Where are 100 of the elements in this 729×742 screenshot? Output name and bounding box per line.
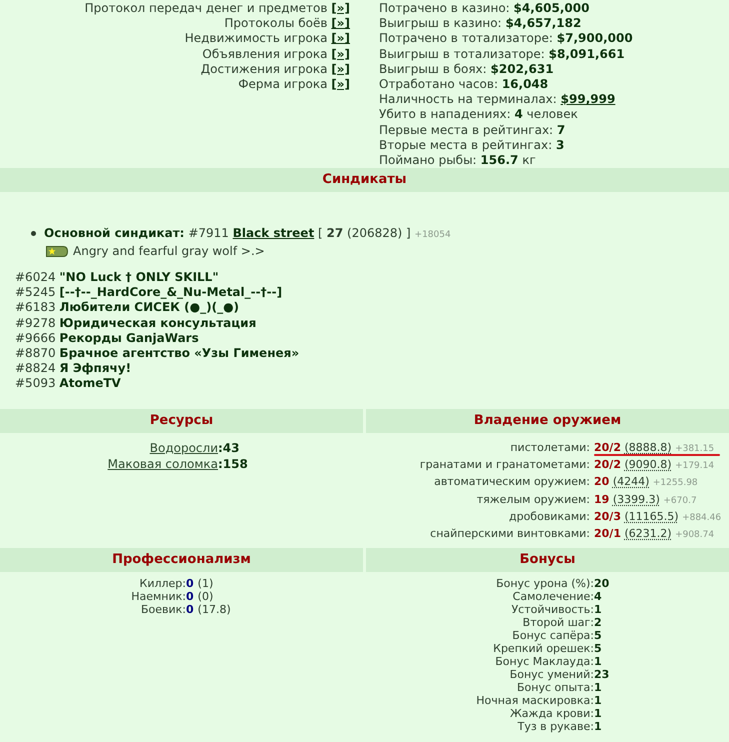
profession-label: Киллер: [140,577,186,590]
weapon-experience: (9090.8) [624,458,672,472]
syndicate-points-gain: +18054 [414,230,451,240]
syndicate-number: #7911 [188,226,229,240]
profession-level: 0 [186,577,194,590]
bonus-label: Туз в рукаве: [518,720,594,734]
stat-label: Наличность на терминалах: [379,92,557,106]
stat-label: Выигрыш в казино: [379,16,502,30]
profile-link-label: Ферма игрока [238,77,328,92]
open-link[interactable]: [»] [331,31,350,46]
syndicate-name: "NO Luck † ONLY SKILL" [59,270,219,284]
profession-label: Наемник: [131,590,186,604]
open-link[interactable]: [»] [331,46,350,61]
stat-value-link[interactable]: $99,999 [560,92,616,106]
bonus-value: 4 [594,590,602,604]
bonus-value: 23 [594,668,610,682]
syndicate-number: #5093 [15,376,56,390]
rank-badge-icon [46,246,68,257]
stat-value: $4,657,182 [505,16,582,30]
syndicate-name: Юридическая консультация [59,316,256,330]
weapon-skill-label: пистолетами: [510,440,590,454]
stat-label: Выигрыш в боях: [379,62,487,76]
open-link[interactable]: [»] [331,77,350,92]
weapon-skill-level: 20/2 [594,440,621,454]
section-header: Профессионализм [0,548,363,572]
bonus-label: Второй шаг: [522,616,594,630]
weapon-skill-label: гранатами и гранатометами: [420,458,590,472]
weapon-experience: (8888.8) [624,440,672,454]
bonus-value: 1 [594,707,602,720]
bonus-value: 1 [594,720,602,734]
bonus-label: Бонус умений: [510,668,594,682]
syndicate-number: #8870 [15,346,56,360]
bonus-value: 1 [594,603,602,616]
syndicate-number: #6024 [15,270,56,284]
bonus-value: 1 [594,655,602,668]
stat-value: $202,631 [490,62,554,76]
resource-link[interactable]: Маковая соломка [108,456,218,471]
experience-gain: +1255.98 [652,478,698,488]
open-link[interactable]: [»] [331,62,350,76]
section-header: Ресурсы [0,408,363,433]
syndicate-name: Я Эфпячу! [59,360,132,375]
syndicate-link[interactable]: Black street [232,226,314,240]
stat-value: 16,048 [502,77,548,92]
weapon-skill-label: дробовиками: [508,510,590,523]
syndicate-name: Брачное агентство «Узы Гименея» [59,346,300,360]
experience-gain: +179.14 [675,461,714,472]
stat-label: Поймано рыбы: [379,153,477,168]
open-link[interactable]: [»] [331,1,350,15]
profession-points: (1) [198,577,214,590]
stat-value: 156.7 [480,153,518,168]
stat-label: Вторые места в рейтингах: [379,138,552,152]
bonus-label: Крепкий орешек: [493,642,594,656]
bonus-label: Бонус урона (%): [496,577,594,590]
weapon-skill-level: 20/1 [594,527,621,540]
syndicate-name: [--†--_HardCore_&_Nu-Metal_--†--] [59,285,282,300]
weapon-experience: (11165.5) [624,510,679,523]
weapon-skill-level: 19 [594,492,610,506]
bonus-value: 1 [594,694,602,708]
profile-link-label: Недвижимость игрока [184,31,328,46]
profile-link-label: Достижения игрока [200,62,328,76]
weapon-experience: (4244) [612,475,650,488]
experience-gain: +884.46 [682,512,722,523]
syndicate-number: #9666 [15,330,56,345]
bonus-label: Жажда крови: [510,707,594,720]
syndicate-number: #5245 [15,285,56,300]
bonus-label: Ночная маскировка: [476,694,594,708]
resource-link[interactable]: Водоросли [150,440,218,455]
weapon-skill-level: 20/3 [594,510,621,523]
bonus-value: 1 [594,681,602,694]
syndicate-level-info: [ 27 (206828) ] [318,226,411,240]
stat-unit: человек [526,107,578,122]
experience-gain: +908.74 [675,530,714,540]
resource-amount: :158 [218,456,248,472]
experience-gain: +670.7 [663,496,697,506]
stat-label: Отработано часов: [379,77,498,92]
stat-label: Потрачено в казино: [379,1,510,15]
stat-label: Первые места в рейтингах: [379,122,554,137]
experience-gain: +381.15 [675,444,714,454]
bonus-value: 5 [594,642,602,656]
weapon-experience: (6231.2) [624,527,672,540]
stat-value: 3 [556,138,564,152]
profile-link-label: Объявления игрока [202,46,328,61]
weapon-skill-label: автоматическим оружием: [434,475,590,488]
weapon-skill-label: тяжелым оружием: [476,492,590,506]
bonus-label: Самолечение: [512,590,594,604]
open-link[interactable]: [»] [331,16,350,30]
syndicate-name: AtomeTV [59,376,121,390]
stat-value: 4 [514,107,523,122]
profession-label: Боевик: [140,603,186,616]
section-header: Владение оружием [366,408,729,433]
syndicate-name: Рекорды GanjaWars [59,330,199,345]
stat-value: $4,605,000 [514,1,590,15]
bonus-value: 20 [594,577,610,590]
profile-link-label: Протокол передач денег и предметов [84,1,328,15]
stat-label: Убито в нападениях: [379,107,511,122]
stat-value: $7,900,000 [556,31,633,46]
resource-amount: :43 [218,440,240,456]
profession-points: (0) [198,590,214,604]
profession-level: 0 [186,590,194,604]
bonus-value: 2 [594,616,602,630]
